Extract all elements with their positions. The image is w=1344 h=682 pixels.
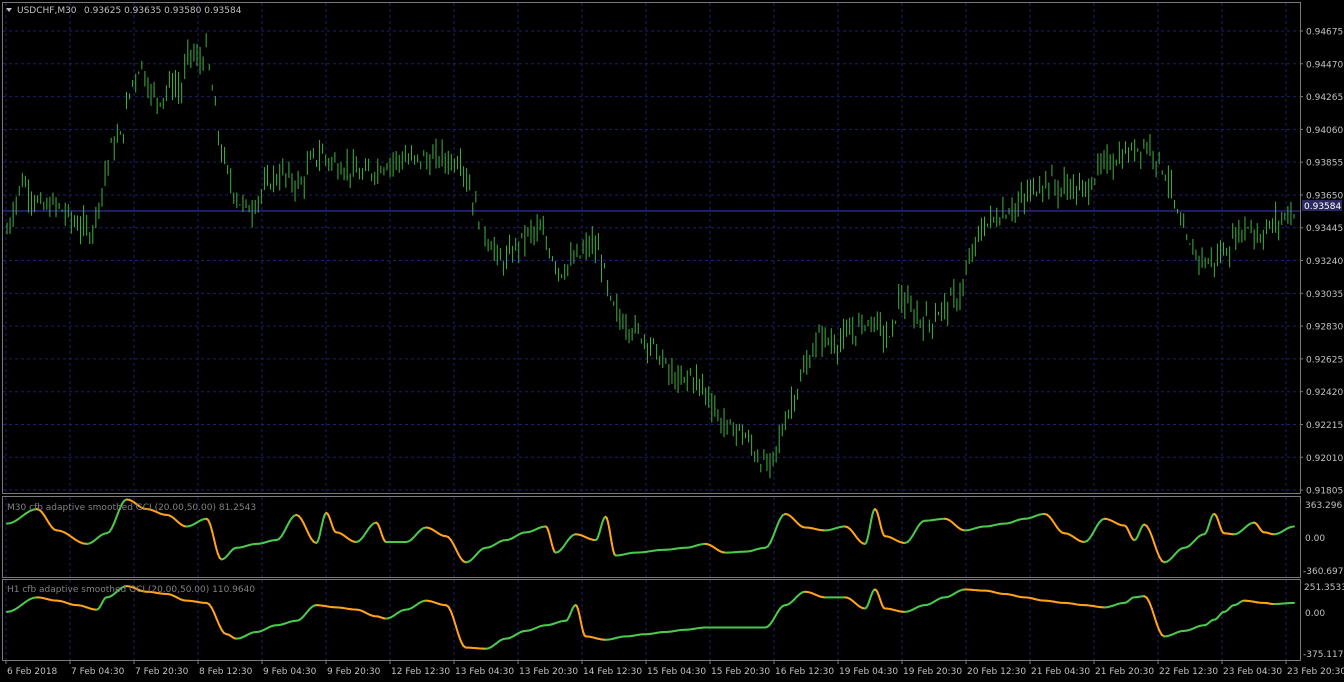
indicator-segment xyxy=(609,535,613,545)
price-tick-label: 0.93240 xyxy=(1306,257,1343,267)
time-tick-label: 23 Feb 04:30 xyxy=(1223,667,1282,677)
price-tick-label: 0.92830 xyxy=(1306,323,1343,333)
time-tick-label: 15 Feb 20:30 xyxy=(711,667,770,677)
candles xyxy=(6,33,1295,479)
indicator-segment xyxy=(608,527,612,538)
current-price-label: 0.93584 xyxy=(1304,202,1341,212)
indicator-segment xyxy=(454,625,460,636)
indicator-segment xyxy=(774,523,779,532)
price-tick-label: 0.92010 xyxy=(1306,454,1343,464)
indicator1-axis-bottom: -360.6973 xyxy=(1303,567,1344,577)
time-tick-label: 15 Feb 04:30 xyxy=(647,667,706,677)
price-panel-frame xyxy=(2,2,1301,494)
time-tick-label: 9 Feb 20:30 xyxy=(327,667,381,677)
indicator-segment xyxy=(867,525,871,535)
time-tick-label: 13 Feb 04:30 xyxy=(455,667,514,677)
price-tick-label: 0.94470 xyxy=(1306,60,1343,70)
price-axis[interactable]: 0.94675 0.94470 0.94265 0.94060 0.93855 0.936… xyxy=(1300,28,1343,497)
price-tick-label: 0.93855 xyxy=(1306,159,1343,169)
time-tick-label: 7 Feb 20:30 xyxy=(135,667,189,677)
indicator-segment xyxy=(449,610,455,620)
price-tick-label: 0.93445 xyxy=(1306,224,1343,234)
time-tick-label: 8 Feb 12:30 xyxy=(199,667,253,677)
time-tick-label: 9 Feb 04:30 xyxy=(263,667,317,677)
indicator2-line xyxy=(6,585,1295,650)
price-tick-label: 0.92215 xyxy=(1306,421,1343,431)
ohlc-values: 0.93625 0.93635 0.93580 0.93584 xyxy=(84,6,242,16)
grid xyxy=(3,3,1300,660)
indicator-segment xyxy=(452,617,457,628)
indicator1-title: M30 cfb adaptive smoothed GCI (20.00,50.… xyxy=(7,503,256,513)
time-tick-label: 20 Feb 12:30 xyxy=(967,667,1026,677)
indicator-segment xyxy=(1155,623,1161,632)
price-tick-label: 0.94265 xyxy=(1306,93,1343,103)
time-tick-label: 6 Feb 2018 xyxy=(7,667,58,677)
indicator-segment xyxy=(209,523,214,533)
indicator-segment xyxy=(213,538,217,548)
time-tick-label: 19 Feb 04:30 xyxy=(839,667,898,677)
indicator-segment xyxy=(1150,535,1156,545)
time-tick-label: 21 Feb 04:30 xyxy=(1031,667,1090,677)
indicator2-title: H1 cfb adaptive smoothed GCI (20.00,50.0… xyxy=(7,585,255,595)
indicator-segment xyxy=(457,633,462,643)
indicator1-axis-mid: 0.00 xyxy=(1305,534,1325,544)
indicator-segment xyxy=(771,529,777,539)
price-tick-label: 0.94060 xyxy=(1306,126,1343,136)
indicator-segment xyxy=(868,518,873,528)
dropdown-triangle-icon[interactable] xyxy=(6,8,12,12)
time-tick-label: 21 Feb 20:30 xyxy=(1095,667,1154,677)
time-tick-label: 12 Feb 12:30 xyxy=(391,667,450,677)
price-tick-label: 0.94675 xyxy=(1306,28,1343,38)
indicator2-axis-mid: 0.00 xyxy=(1305,609,1325,619)
indicator-segment xyxy=(211,530,216,541)
indicator2-axis-bottom: -375.117 xyxy=(1303,650,1343,660)
indicator-segment xyxy=(1150,607,1156,618)
indicator2-axis-top: 251.3533 xyxy=(1304,583,1344,593)
trading-chart[interactable]: 0.94675 0.94470 0.94265 0.94060 0.93855 0.936… xyxy=(0,0,1344,682)
indicator1-axis-top: 363.296 xyxy=(1305,501,1342,511)
price-tick-label: 0.93650 xyxy=(1306,191,1343,201)
time-tick-label: 23 Feb 20:30 xyxy=(1287,667,1344,677)
time-tick-label: 16 Feb 12:30 xyxy=(775,667,834,677)
time-tick-label: 13 Feb 20:30 xyxy=(519,667,578,677)
indicator-segment xyxy=(113,515,118,524)
time-axis[interactable]: 6 Feb 2018 7 Feb 04:30 7 Feb 20:30 8 Feb 12… xyxy=(5,660,1344,677)
time-tick-label: 19 Feb 20:30 xyxy=(903,667,962,677)
price-tick-label: 0.92420 xyxy=(1306,388,1343,398)
time-tick-label: 22 Feb 12:30 xyxy=(1159,667,1218,677)
indicator-segment xyxy=(1153,615,1158,626)
time-tick-label: 14 Feb 12:30 xyxy=(583,667,642,677)
indicator-segment xyxy=(214,545,219,555)
time-tick-label: 7 Feb 04:30 xyxy=(71,667,125,677)
price-tick-label: 0.92625 xyxy=(1306,355,1343,365)
price-tick-label: 0.91805 xyxy=(1306,487,1343,497)
indicator-segment xyxy=(1148,601,1153,610)
symbol-label: USDCHF,M30 xyxy=(17,6,77,16)
indicator-segment xyxy=(1153,542,1158,552)
price-tick-label: 0.93035 xyxy=(1306,290,1343,300)
